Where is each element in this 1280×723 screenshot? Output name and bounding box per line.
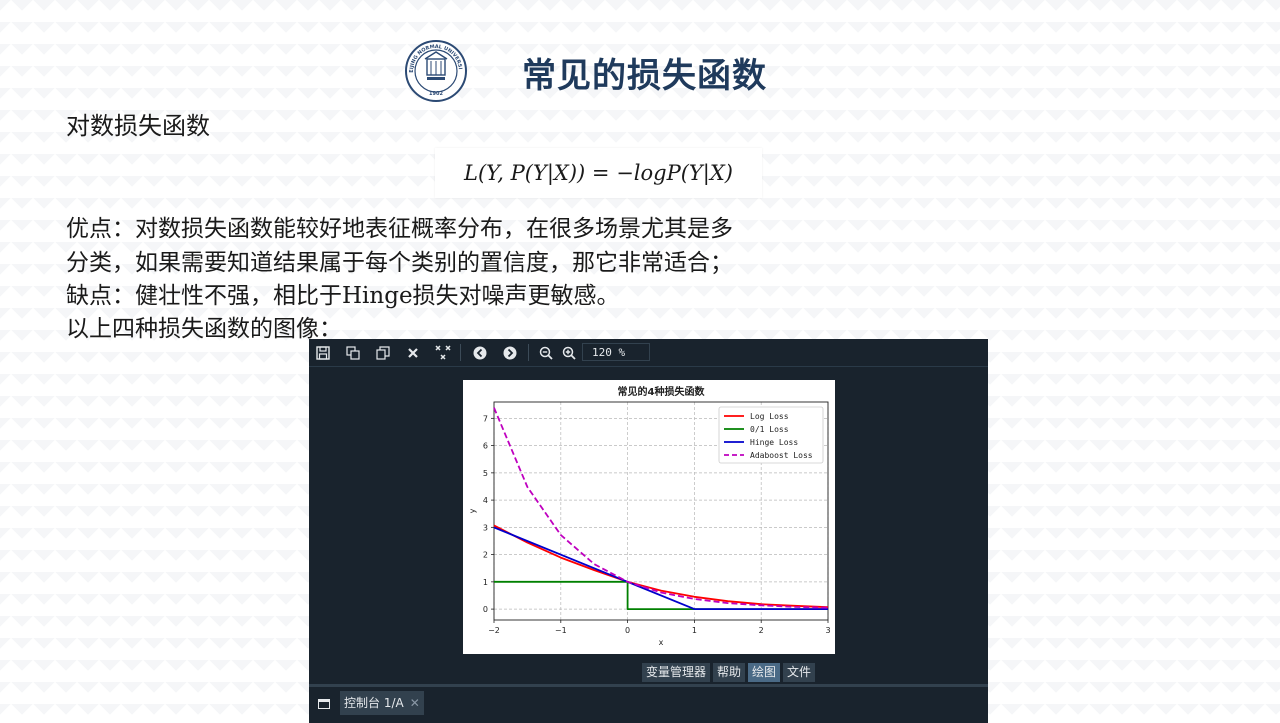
close-all-icon[interactable] <box>433 343 453 363</box>
save-all-icon[interactable] <box>343 343 363 363</box>
close-tab-icon[interactable]: ✕ <box>410 696 420 710</box>
previous-icon[interactable] <box>470 343 490 363</box>
save-icon[interactable] <box>313 343 333 363</box>
loss-functions-chart: 常见的4种损失函数 −2 −1 0 1 2 3 0 1 2 3 4 5 6 7 x y Log Loss 0/1 L… <box>468 385 831 647</box>
university-seal-logo: BEIJING NORMAL UNIVERSITY 1902 <box>405 40 467 102</box>
zoom-out-icon[interactable] <box>536 343 556 363</box>
console-tab-label: 控制台 1/A <box>344 696 404 710</box>
y-tick-label: 5 <box>483 469 488 478</box>
section-heading: 对数损失函数 <box>66 112 210 140</box>
plot-toolbar: 120 % <box>309 339 988 367</box>
legend-label: Log Loss <box>750 412 789 421</box>
console-bar: 控制台 1/A ✕ <box>309 684 988 723</box>
console-tab[interactable]: 控制台 1/A ✕ <box>340 691 424 715</box>
log-loss-formula: L(Y, P(Y|X)) = −logP(Y|X) <box>435 148 762 198</box>
close-icon[interactable] <box>403 343 423 363</box>
disadvantages-text: 缺点：健壮性不强，相比于Hinge损失对噪声更敏感。 <box>66 283 620 309</box>
x-tick-label: 3 <box>825 626 830 635</box>
y-axis-label: y <box>468 508 477 513</box>
x-tick-label: 1 <box>692 626 697 635</box>
y-tick-label: 0 <box>483 605 488 614</box>
x-axis-label: x <box>659 638 664 647</box>
legend-label: Adaboost Loss <box>750 451 813 460</box>
y-tick-label: 7 <box>483 414 488 423</box>
x-tick-label: −2 <box>488 626 500 635</box>
advantages-text: 优点：对数损失函数能较好地表征概率分布，在很多场景尤其是多 <box>66 216 733 242</box>
series-line-hinge-loss <box>493 526 828 611</box>
plot-viewer-panel: 120 % 常见的4种损失函数 −2 −1 0 1 2 3 0 1 2 3 4 5 6 7 x y Log Los… <box>309 339 988 723</box>
pane-tabs: 变量管理器 帮助 绘图 文件 <box>642 663 816 682</box>
y-tick-label: 4 <box>483 496 488 505</box>
y-tick-label: 6 <box>483 442 488 451</box>
tab-files[interactable]: 文件 <box>783 663 816 682</box>
zoom-level-field[interactable]: 120 % <box>582 343 650 361</box>
slide-title: 常见的损失函数 <box>522 56 767 96</box>
y-tick-label: 1 <box>483 578 488 587</box>
chart-title: 常见的4种损失函数 <box>618 385 706 398</box>
y-tick-label: 2 <box>483 551 488 560</box>
next-icon[interactable] <box>500 343 520 363</box>
copy-icon[interactable] <box>373 343 393 363</box>
tab-help[interactable]: 帮助 <box>713 663 746 682</box>
console-window-icon[interactable] <box>318 699 330 709</box>
plots-intro-text: 以上四种损失函数的图像： <box>66 316 342 342</box>
tab-variable-explorer[interactable]: 变量管理器 <box>642 663 711 682</box>
legend-label: Hinge Loss <box>750 438 798 447</box>
tab-plots[interactable]: 绘图 <box>748 663 781 682</box>
x-tick-label: −1 <box>555 626 567 635</box>
svg-text:1902: 1902 <box>429 91 443 97</box>
x-tick-label: 0 <box>625 626 630 635</box>
zoom-in-icon[interactable] <box>559 343 579 363</box>
y-tick-label: 3 <box>483 523 488 532</box>
x-tick-label: 2 <box>759 626 764 635</box>
legend-label: 0/1 Loss <box>750 425 789 434</box>
plot-canvas: 常见的4种损失函数 −2 −1 0 1 2 3 0 1 2 3 4 5 6 7 x y Log Loss 0/1 L… <box>463 380 835 654</box>
advantages-text-cont: 分类，如果需要知道结果属于每个类别的置信度，那它非常适合； <box>66 250 733 276</box>
